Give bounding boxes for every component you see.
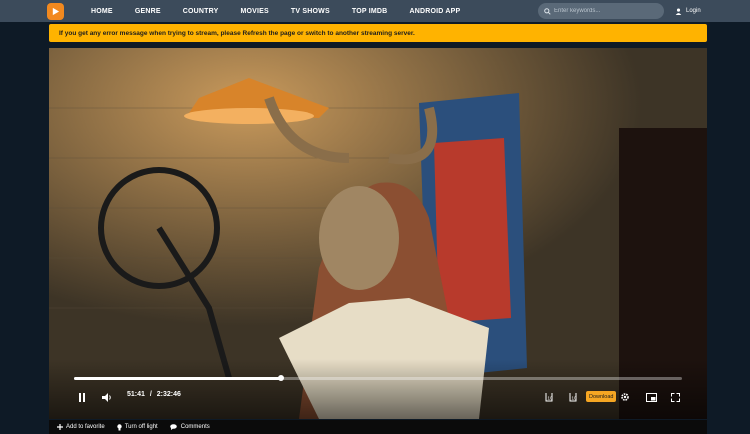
settings-icon[interactable] (619, 391, 631, 403)
controls-overlay (49, 359, 707, 419)
login-label: Login (686, 8, 701, 14)
nav-tv-shows[interactable]: TV SHOWS (291, 8, 330, 15)
time-separator: / (149, 391, 152, 398)
forward-10-icon[interactable]: 10 (567, 391, 579, 403)
comments-label: Comments (180, 424, 210, 430)
stream-error-alert: If you get any error message when trying… (49, 24, 707, 42)
progress-bar[interactable] (74, 375, 682, 381)
progress-thumb[interactable] (277, 375, 284, 381)
video-player[interactable]: 51:41 / 2:32:46 10 10 Download (49, 48, 707, 419)
search-icon[interactable] (544, 7, 551, 15)
search-input[interactable] (554, 8, 654, 14)
download-button[interactable]: Download (586, 391, 617, 402)
main-nav: HOME GENRE COUNTRY MOVIES TV SHOWS TOP I… (91, 0, 482, 22)
current-time: 51:41 (127, 391, 145, 398)
svg-text:10: 10 (548, 396, 554, 401)
login-button[interactable]: Login (675, 0, 701, 22)
user-icon (675, 8, 682, 15)
progress-fill (74, 377, 281, 380)
lightbulb-icon (117, 423, 122, 431)
comments-button[interactable]: Comments (169, 424, 210, 430)
search-box[interactable] (538, 3, 664, 19)
favorite-label: Add to favorite (66, 424, 105, 430)
volume-icon[interactable] (101, 391, 113, 403)
rewind-10-icon[interactable]: 10 (543, 391, 555, 403)
play-logo-icon[interactable] (47, 3, 64, 20)
nav-top-imdb[interactable]: TOP IMDB (352, 8, 388, 15)
turn-off-light-button[interactable]: Turn off light (117, 423, 158, 431)
nav-home[interactable]: HOME (91, 8, 113, 15)
player-actions-bar: Add to favorite Turn off light Comments (49, 420, 707, 434)
svg-text:10: 10 (572, 396, 578, 401)
nav-android-app[interactable]: ANDROID APP (409, 8, 460, 15)
add-to-favorite-button[interactable]: Add to favorite (57, 424, 105, 430)
comments-icon (169, 424, 178, 430)
top-navigation-bar: HOME GENRE COUNTRY MOVIES TV SHOWS TOP I… (0, 0, 750, 22)
light-label: Turn off light (124, 424, 158, 430)
plus-icon (57, 424, 63, 430)
nav-country[interactable]: COUNTRY (183, 8, 219, 15)
time-display: 51:41 / 2:32:46 (127, 391, 181, 398)
picture-in-picture-icon[interactable] (645, 391, 657, 403)
duration: 2:32:46 (156, 391, 181, 398)
fullscreen-icon[interactable] (669, 391, 681, 403)
nav-movies[interactable]: MOVIES (240, 8, 268, 15)
pause-icon[interactable] (77, 391, 87, 403)
nav-genre[interactable]: GENRE (135, 8, 161, 15)
alert-message: If you get any error message when trying… (59, 29, 415, 37)
